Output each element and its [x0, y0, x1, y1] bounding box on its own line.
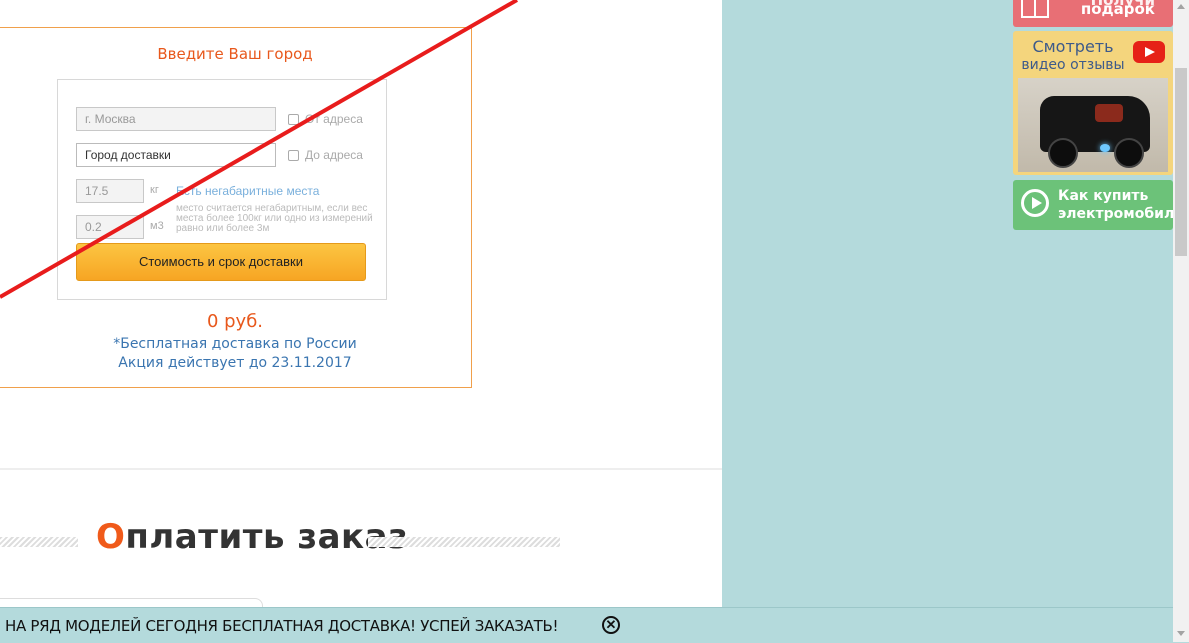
car-headlight	[1100, 144, 1110, 152]
free-delivery-bar-text: НА РЯД МОДЕЛЕЙ СЕГОДНЯ БЕСПЛАТНАЯ ДОСТАВ…	[5, 617, 559, 635]
heading-stripe-left	[0, 537, 78, 547]
car-wheel	[1048, 138, 1078, 168]
video-reviews-banner[interactable]: Смотреть видео отзывы	[1013, 31, 1173, 175]
page-scrollbar[interactable]	[1173, 0, 1189, 642]
main-content: Введите Ваш город г. Москва От адреса Го…	[0, 0, 722, 607]
next-section-edge	[0, 598, 263, 607]
video-reviews-title: Смотреть видео отзывы	[1013, 37, 1133, 75]
close-icon[interactable]: ✕	[602, 616, 620, 634]
scroll-thumb[interactable]	[1175, 68, 1187, 256]
car-wheel	[1114, 138, 1144, 168]
section-divider	[0, 468, 722, 470]
video-title-line1: Смотреть	[1032, 37, 1114, 56]
video-thumbnail[interactable]	[1018, 78, 1168, 172]
how-to-buy-text: Как купить электромобиль?	[1058, 187, 1189, 223]
heading-stripe-right	[368, 537, 560, 547]
heading-rest: платить заказ	[125, 517, 409, 557]
scroll-down-arrow[interactable]	[1177, 631, 1185, 636]
gift-icon	[1021, 0, 1049, 18]
gift-banner[interactable]: Получи подарок	[1013, 0, 1173, 27]
pay-order-heading: Оплатить заказ	[96, 517, 408, 557]
youtube-icon	[1133, 41, 1165, 63]
play-icon	[1021, 189, 1049, 217]
red-diagonal-line	[0, 0, 518, 299]
pay-order-heading-block: Оплатить заказ	[0, 517, 722, 567]
car-seat	[1095, 104, 1123, 122]
gift-text: подарок	[1080, 0, 1155, 18]
video-title-line2: видео отзывы	[1021, 57, 1125, 73]
scroll-up-arrow[interactable]	[1177, 4, 1185, 9]
how-to-buy-banner[interactable]: Как купить электромобиль?	[1013, 180, 1189, 230]
how-to-buy-line2: электромобиль?	[1058, 206, 1189, 222]
how-to-buy-line1: Как купить	[1058, 188, 1149, 204]
free-delivery-bar: НА РЯД МОДЕЛЕЙ СЕГОДНЯ БЕСПЛАТНАЯ ДОСТАВ…	[0, 607, 1173, 643]
heading-first-letter: О	[96, 517, 126, 557]
